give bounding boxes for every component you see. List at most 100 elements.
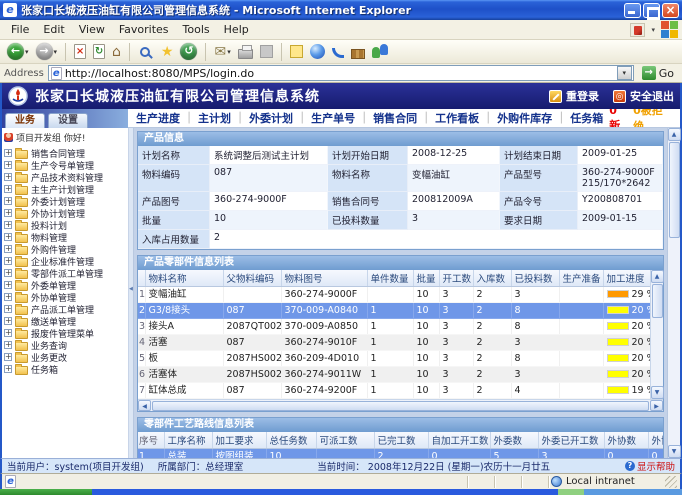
column-header[interactable]: 父物料编码	[223, 270, 281, 287]
expand-icon[interactable]	[4, 329, 12, 337]
stop-button[interactable]: ×	[72, 43, 88, 60]
sidebar-item[interactable]: 外购件管理	[4, 243, 128, 255]
expand-icon[interactable]	[4, 341, 12, 349]
column-header[interactable]: 批量	[413, 270, 439, 287]
relogin-button[interactable]: 重登录	[549, 88, 599, 104]
expand-icon[interactable]	[4, 209, 12, 217]
home-button[interactable]: ⌂	[110, 43, 123, 61]
column-header[interactable]: 加工要求	[212, 432, 266, 449]
expand-icon[interactable]	[4, 185, 12, 193]
expand-icon[interactable]	[4, 281, 12, 289]
print-button[interactable]	[236, 43, 255, 60]
expand-icon[interactable]	[4, 305, 12, 313]
column-header[interactable]: 外协数	[604, 432, 648, 449]
parts-row[interactable]: 5板2087HS002360-209-4D01011032820 %	[138, 351, 650, 367]
sidebar-item[interactable]: 外委单管理	[4, 279, 128, 291]
parts-row[interactable]: 4活塞087360-274-9010F11032320 %	[138, 335, 650, 351]
start-button-edge[interactable]	[0, 489, 92, 495]
column-header[interactable]: 已投料数	[511, 270, 559, 287]
expand-icon[interactable]	[4, 293, 12, 301]
notes-button[interactable]	[288, 44, 305, 59]
sidebar-item[interactable]: 企业标准件管理	[4, 255, 128, 267]
page-scroll-down-icon[interactable]	[668, 445, 681, 458]
address-dropdown-icon[interactable]: ▾	[617, 66, 632, 80]
nav-item[interactable]: 销售合同	[373, 110, 417, 126]
address-input[interactable]	[65, 67, 614, 80]
column-header[interactable]	[138, 270, 145, 287]
mail-button[interactable]: ✉▾	[212, 43, 232, 61]
tab-settings[interactable]: 设置	[48, 113, 88, 128]
menu-item-help[interactable]: Help	[217, 21, 256, 38]
logout-button[interactable]: 安全退出	[613, 88, 674, 104]
scroll-up-icon[interactable]	[651, 270, 664, 283]
nav-item[interactable]: 外委计划	[249, 110, 293, 126]
sidebar-item[interactable]: 销售合同管理	[4, 147, 128, 159]
column-header[interactable]: 可派工数	[316, 432, 374, 449]
sidebar-item[interactable]: 任务箱	[4, 363, 128, 375]
sidebar-item[interactable]: 产品技术资料管理	[4, 171, 128, 183]
menu-item-view[interactable]: View	[72, 21, 112, 38]
expand-icon[interactable]	[4, 149, 12, 157]
sidebar-item[interactable]: 报废件管理菜单	[4, 327, 128, 339]
maximize-button[interactable]	[643, 3, 660, 18]
column-header[interactable]: 序号	[138, 432, 164, 449]
addon-dropdown-icon[interactable]: ▾	[651, 26, 655, 34]
parts-row[interactable]: 3接头A2087QT002370-009-A085011032820 %	[138, 319, 650, 335]
expand-icon[interactable]	[4, 245, 12, 253]
sidebar-item[interactable]: 业务查询	[4, 339, 128, 351]
history-button[interactable]: ↺	[178, 42, 199, 61]
addon-icon[interactable]	[630, 23, 645, 37]
sidebar-item[interactable]: 投料计划	[4, 219, 128, 231]
menu-item-favorites[interactable]: Favorites	[112, 21, 176, 38]
sidebar-item[interactable]: 生产令号单管理	[4, 159, 128, 171]
expand-icon[interactable]	[4, 233, 12, 241]
column-header[interactable]: 单件数量	[367, 270, 413, 287]
resize-grip[interactable]	[665, 476, 677, 488]
parts-vertical-scrollbar[interactable]	[650, 270, 663, 399]
menu-item-file[interactable]: File	[4, 21, 36, 38]
tab-business[interactable]: 业务	[5, 113, 45, 128]
nav-item[interactable]: 生产单号	[311, 110, 355, 126]
expand-icon[interactable]	[4, 221, 12, 229]
menu-item-edit[interactable]: Edit	[36, 21, 71, 38]
sidebar-item[interactable]: 业务更改	[4, 351, 128, 363]
expand-icon[interactable]	[4, 161, 12, 169]
column-header[interactable]: 物料图号	[281, 270, 367, 287]
page-scrollbar[interactable]	[667, 128, 680, 458]
sidebar-collapse-handle[interactable]	[128, 128, 134, 458]
route-row[interactable]: 1总装按图组装10205300	[138, 449, 663, 459]
column-header[interactable]: 自加工开工数	[428, 432, 490, 449]
expand-icon[interactable]	[4, 173, 12, 181]
scroll-down-icon[interactable]	[651, 386, 664, 399]
parts-row[interactable]: 6活塞体2087HS002360-274-9011W11032320 %	[138, 367, 650, 383]
msn-messenger-button[interactable]	[370, 43, 391, 60]
column-header[interactable]: 开工数	[439, 270, 473, 287]
nav-item[interactable]: 主计划	[198, 110, 231, 126]
page-scroll-thumb[interactable]	[669, 142, 680, 238]
nav-item[interactable]: 生产进度	[136, 110, 180, 126]
scroll-right-icon[interactable]	[650, 400, 663, 411]
column-header[interactable]: 生产准备	[559, 270, 603, 287]
column-header[interactable]: 已完工数	[374, 432, 428, 449]
edit-button[interactable]	[258, 44, 275, 59]
column-header[interactable]: 总任务数	[266, 432, 316, 449]
column-header[interactable]: 物料名称	[145, 270, 223, 287]
sidebar-item[interactable]: 外协计划管理	[4, 207, 128, 219]
sidebar-item[interactable]: 外协单管理	[4, 291, 128, 303]
parts-horizontal-scrollbar[interactable]	[138, 399, 663, 411]
back-button[interactable]: ←▾	[5, 42, 31, 61]
favorites-button[interactable]: ★	[159, 43, 176, 61]
parts-row[interactable]: 7缸体总成087360-274-9200F11032419 %	[138, 383, 650, 399]
nav-item-taskbox[interactable]: 任务箱	[570, 110, 603, 126]
sidebar-item[interactable]: 外委计划管理	[4, 195, 128, 207]
minimize-button[interactable]	[624, 3, 641, 18]
scroll-left-icon[interactable]	[138, 400, 151, 411]
messenger-arrow-button[interactable]	[330, 44, 346, 59]
parts-row[interactable]: 2G3/8接头087370-009-A084011032820 %	[138, 303, 650, 319]
refresh-button[interactable]: ↻	[91, 43, 107, 60]
column-header[interactable]: 外协	[648, 432, 663, 449]
sidebar-item[interactable]: 缴送单管理	[4, 315, 128, 327]
expand-icon[interactable]	[4, 353, 12, 361]
scroll-thumb[interactable]	[652, 284, 663, 318]
expand-icon[interactable]	[4, 257, 12, 265]
